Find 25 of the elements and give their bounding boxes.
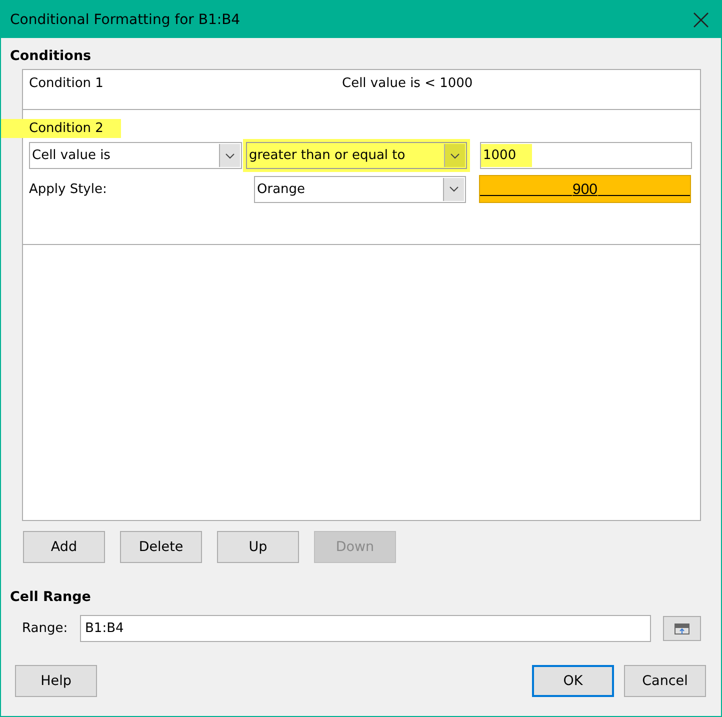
type-dropdown[interactable]: Cell value is [29, 142, 242, 169]
condition-label: Condition 2 [1, 119, 122, 138]
window-title: Conditional Formatting for B1:B4 [10, 12, 242, 28]
chevron-down-icon [225, 152, 235, 158]
range-field[interactable]: B1:B4 [80, 615, 651, 642]
dialog-button[interactable]: OK [532, 665, 614, 697]
style-preview: 900 [479, 175, 691, 203]
value-field[interactable]: 1000 [480, 142, 692, 169]
section-heading: Conditions [10, 48, 92, 66]
section-heading: Cell Range [10, 589, 92, 607]
close-icon[interactable] [693, 12, 709, 28]
list-action-button[interactable]: Add [23, 531, 105, 563]
operator-dropdown[interactable]: greater than or equal to [246, 142, 467, 169]
dialog-button[interactable]: Cancel [624, 665, 706, 697]
apply-style-label: Apply Style: [29, 182, 108, 196]
chevron-down-icon [449, 186, 459, 192]
shrink-button[interactable] [663, 616, 701, 641]
list-action-button[interactable]: Up [217, 531, 299, 563]
style-dropdown[interactable]: Orange [254, 176, 466, 202]
dialog-button[interactable]: Help [15, 665, 97, 697]
range-label: Range: [22, 621, 69, 636]
shrink-icon [674, 622, 690, 634]
list-action-button[interactable]: Delete [120, 531, 202, 563]
chevron-down-icon [450, 152, 460, 158]
condition-row[interactable]: Condition 1 Cell value is < 1000 [23, 70, 700, 110]
